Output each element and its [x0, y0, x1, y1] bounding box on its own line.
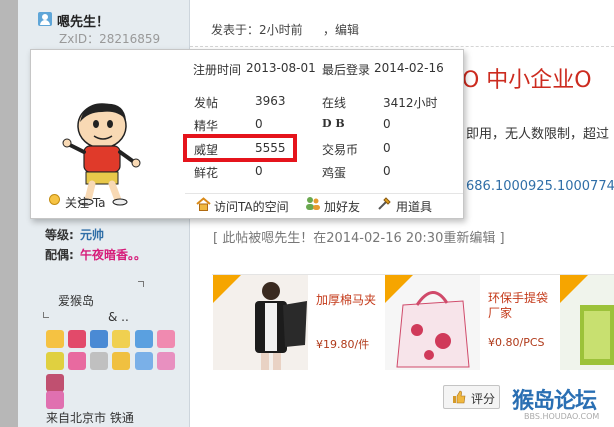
medal-icon[interactable]: [90, 352, 108, 370]
medal-icon[interactable]: [112, 330, 130, 348]
ad-title[interactable]: 环保手提袋厂家: [488, 291, 558, 321]
medal-icon[interactable]: [46, 330, 64, 348]
spouse-label: 配偶:: [45, 248, 74, 262]
edit-link[interactable]: ，编辑: [323, 21, 359, 38]
stat-label-eggs: 鸡蛋: [322, 166, 347, 180]
use-tool-link[interactable]: 用道具: [396, 198, 432, 215]
ad-price: ¥0.80/PCS: [488, 336, 545, 349]
visit-space-link[interactable]: 访问TA的空间: [214, 198, 289, 215]
user-icon: [38, 12, 52, 26]
level-label: 等级:: [45, 228, 74, 242]
user-zxid: ZxID：28216859: [59, 32, 161, 46]
add-friend-link[interactable]: 加好友: [324, 198, 360, 215]
stat-label-flowers: 鲜花: [194, 166, 219, 180]
ad-image-bag[interactable]: [385, 275, 480, 370]
thumbs-up-icon: [453, 390, 466, 404]
prestige-highlight-box: [183, 134, 297, 162]
spouse-value[interactable]: 午夜暗香。。: [80, 246, 146, 263]
ad-image-vest[interactable]: [213, 275, 308, 370]
add-friend-icon: [306, 197, 320, 210]
last-login-date: 2014-02-16: [374, 61, 444, 75]
tool-icon: [378, 197, 391, 210]
stat-value-eggs: 0: [383, 164, 391, 178]
stat-value-flowers: 0: [255, 164, 263, 178]
corner-mark: [43, 312, 49, 318]
stat-value-db: 0: [383, 117, 391, 131]
home-icon: [196, 197, 211, 211]
medal-icon[interactable]: [46, 374, 64, 392]
register-label: 注册时间: [193, 63, 242, 77]
medal-icon[interactable]: [46, 391, 64, 409]
stat-label-digest: 精华: [194, 119, 219, 133]
post-title: O 中小企业O: [462, 68, 592, 93]
ad-title[interactable]: 加厚棉马夹: [316, 291, 376, 308]
follow-button[interactable]: 关注 Ta: [65, 194, 106, 211]
last-login-label: 最后登录: [322, 63, 371, 77]
medal-icon[interactable]: [157, 330, 175, 348]
edit-note: [ 此帖被嗯先生！在2014-02-16 20:30重新编辑 ]: [213, 231, 505, 246]
user-location: 来自北京市 铁通: [46, 411, 134, 425]
medal-icon[interactable]: [68, 330, 86, 348]
ad-image-partial[interactable]: [560, 275, 614, 370]
stat-label-posts: 发帖: [194, 96, 219, 110]
stat-value-digest: 0: [255, 117, 263, 131]
stat-value-posts: 3963: [255, 94, 286, 108]
follow-icon: [49, 194, 60, 205]
corner-mark: [138, 281, 144, 287]
watermark-url: BBS.HOUDAO.COM: [524, 412, 600, 421]
stat-label-db: D B: [322, 117, 345, 130]
post-text-line: 即用，无人数限制，超过: [466, 127, 610, 142]
level-value[interactable]: 元帅: [80, 226, 104, 243]
stat-label-online: 在线: [322, 96, 347, 110]
medal-icon[interactable]: [135, 352, 153, 370]
window-edge: [0, 0, 18, 427]
medal-icon[interactable]: [135, 330, 153, 348]
popup-divider: [185, 193, 463, 194]
rate-button-label[interactable]: 评分: [471, 390, 495, 407]
username-link[interactable]: 嗯先生！: [57, 11, 109, 30]
island-name: 爱猴岛: [58, 294, 95, 308]
medal-icon[interactable]: [157, 352, 175, 370]
medal-icon[interactable]: [112, 352, 130, 370]
stat-value-online: 3412小时: [383, 96, 438, 110]
island-suffix: & ..: [108, 310, 129, 324]
medal-icon[interactable]: [68, 352, 86, 370]
medal-icon[interactable]: [90, 330, 108, 348]
watermark-logo: 猴岛论坛: [512, 389, 597, 414]
post-link[interactable]: 686.1000925.1000774.2: [466, 179, 614, 194]
register-date: 2013-08-01: [246, 61, 316, 75]
post-time: 发表于：2小时前: [211, 23, 303, 37]
ad-price: ¥19.80/件: [316, 338, 370, 351]
stat-value-trade: 0: [383, 141, 391, 155]
stat-label-trade: 交易币: [322, 143, 359, 157]
avatar: [62, 103, 141, 206]
medal-icon[interactable]: [46, 352, 64, 370]
